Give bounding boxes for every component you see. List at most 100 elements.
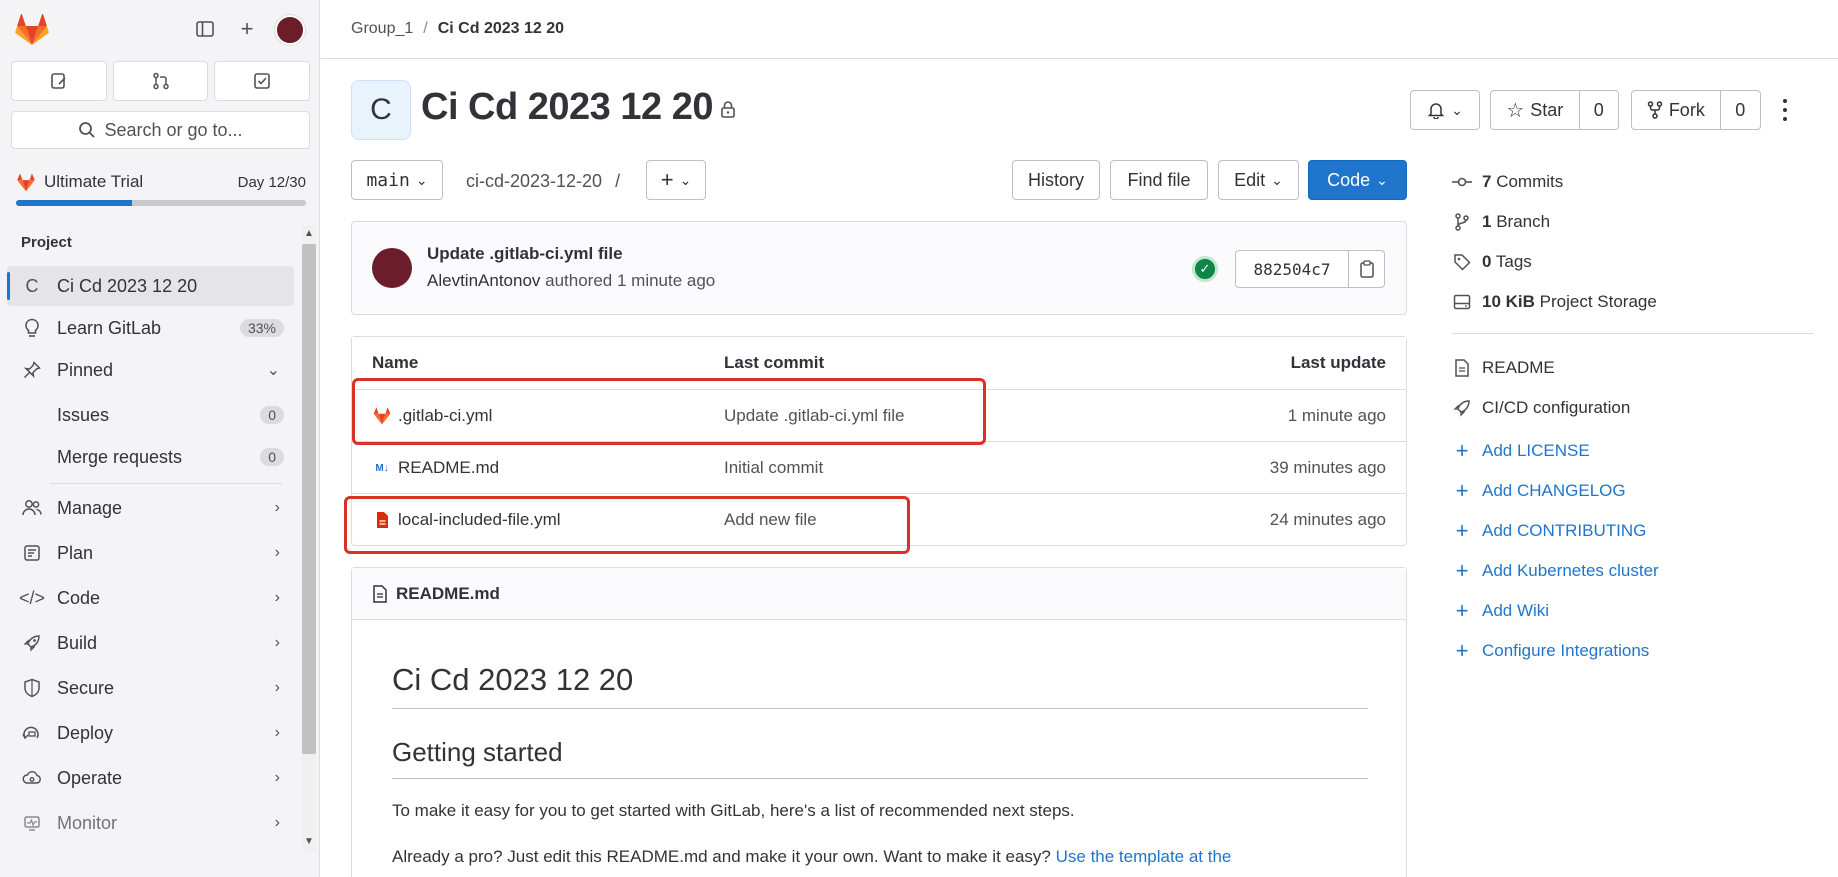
pipeline-passed-icon[interactable]: ✓ <box>1192 256 1218 282</box>
commit-title-link[interactable]: Update .gitlab-ci.yml file <box>427 244 623 264</box>
document-icon <box>1452 359 1472 377</box>
star-count[interactable]: 0 <box>1578 91 1618 129</box>
sidebar-item-label: Plan <box>57 542 94 563</box>
tags-label: Tags <box>1495 252 1532 271</box>
commit-icon <box>1452 176 1472 188</box>
search-button[interactable]: Search or go to... <box>11 111 310 149</box>
add-wiki-link[interactable]: + Add Wiki <box>1452 598 1550 624</box>
code-dropdown-button[interactable]: Code ⌄ <box>1308 160 1407 200</box>
users-icon <box>19 499 45 517</box>
repo-path-root[interactable]: ci-cd-2023-12-20 <box>466 171 602 191</box>
file-last-update: 39 minutes ago <box>1269 458 1386 477</box>
commits-count: 7 <box>1482 172 1492 191</box>
table-row[interactable]: local-included-file.yml Add new file 24 … <box>352 493 1406 545</box>
add-changelog-label: Add CHANGELOG <box>1482 481 1626 500</box>
add-changelog-link[interactable]: + Add CHANGELOG <box>1452 478 1626 504</box>
sidebar-item-operate[interactable]: Operate › <box>7 758 294 798</box>
star-button[interactable]: ☆ Star <box>1491 91 1579 129</box>
trial-progress-bar <box>16 200 306 206</box>
add-contributing-link[interactable]: + Add CONTRIBUTING <box>1452 518 1647 544</box>
merge-requests-count-badge: 0 <box>260 448 284 466</box>
file-last-commit-link[interactable]: Initial commit <box>724 458 823 478</box>
sidebar-item-manage[interactable]: Manage › <box>7 488 294 528</box>
readme-file-name[interactable]: README.md <box>396 584 500 604</box>
merge-requests-tab-icon[interactable] <box>112 61 209 101</box>
sidebar-item-label: Manage <box>57 497 123 518</box>
sidebar-item-build[interactable]: Build › <box>7 623 294 663</box>
fork-button[interactable]: Fork <box>1632 91 1720 129</box>
sidebar-item-monitor[interactable]: Monitor › <box>7 803 294 843</box>
file-last-commit-link[interactable]: Add new file <box>724 510 817 530</box>
file-name-link[interactable]: README.md <box>398 458 499 478</box>
sidebar-item-merge-requests[interactable]: Merge requests 0 <box>7 437 294 477</box>
trial-progress-fill <box>16 200 132 206</box>
trial-widget[interactable]: Ultimate Trial Day 12/30 <box>16 172 306 206</box>
notification-button[interactable]: ⌄ <box>1410 90 1480 130</box>
breadcrumb-project-link[interactable]: Ci Cd 2023 12 20 <box>438 20 564 38</box>
plus-icon: + <box>1455 638 1469 663</box>
add-contributing-label: Add CONTRIBUTING <box>1482 521 1647 540</box>
readme-link[interactable]: README <box>1452 358 1555 378</box>
repo-path-breadcrumb: ci-cd-2023-12-20 / <box>466 171 620 192</box>
fork-icon <box>1647 101 1663 119</box>
branches-stat-link[interactable]: 1 Branch <box>1452 212 1550 232</box>
commit-sha[interactable]: 882504c7 <box>1236 251 1348 287</box>
branches-count: 1 <box>1482 212 1492 231</box>
sidebar-item-project[interactable]: C Ci Cd 2023 12 20 <box>7 266 294 306</box>
storage-stat-link[interactable]: 10 KiB Project Storage <box>1452 292 1657 312</box>
plus-icon[interactable]: + <box>235 16 259 41</box>
find-file-button[interactable]: Find file <box>1110 160 1208 200</box>
sidebar-item-plan[interactable]: Plan › <box>7 533 294 573</box>
fork-count[interactable]: 0 <box>1719 91 1760 129</box>
scroll-up-arrow-icon[interactable]: ▲ <box>302 228 316 239</box>
commit-author-avatar[interactable] <box>372 248 412 288</box>
user-avatar[interactable] <box>275 15 305 45</box>
toggle-sidebar-icon[interactable] <box>193 17 217 41</box>
todos-tab-icon[interactable] <box>214 61 311 101</box>
tags-stat-link[interactable]: 0 Tags <box>1452 252 1532 272</box>
breadcrumb-group-link[interactable]: Group_1 <box>351 20 413 38</box>
commits-stat-link[interactable]: 7 Commits <box>1452 172 1563 192</box>
table-row[interactable]: .gitlab-ci.yml Update .gitlab-ci.yml fil… <box>352 389 1406 441</box>
file-last-commit-link[interactable]: Update .gitlab-ci.yml file <box>724 406 904 426</box>
copy-sha-button[interactable] <box>1348 251 1384 287</box>
issues-tab-icon[interactable] <box>11 61 107 101</box>
branch-selector[interactable]: main ⌄ <box>351 160 443 200</box>
storage-icon <box>1452 294 1472 310</box>
table-row[interactable]: M↓ README.md Initial commit 39 minutes a… <box>352 441 1406 493</box>
file-name-link[interactable]: local-included-file.yml <box>398 510 561 530</box>
readme-template-link[interactable]: Use the template at the <box>1056 847 1232 866</box>
sidebar-item-secure[interactable]: Secure › <box>7 668 294 708</box>
sidebar-scrollbar-thumb[interactable] <box>302 244 316 754</box>
readme-paragraph: Already a pro? Just edit this README.md … <box>392 847 1231 867</box>
more-actions-kebab-icon[interactable] <box>1780 99 1790 121</box>
commit-meta: AlevtinAntonov authored 1 minute ago <box>427 271 715 291</box>
gitlab-logo-icon[interactable] <box>15 14 49 46</box>
sidebar-item-issues[interactable]: Issues 0 <box>7 395 294 435</box>
add-to-tree-button[interactable]: + ⌄ <box>646 160 706 200</box>
code-icon: </> <box>18 587 46 608</box>
scroll-down-arrow-icon[interactable]: ▼ <box>302 836 316 847</box>
sidebar-item-code[interactable]: </> Code › <box>7 578 294 618</box>
search-placeholder: Search or go to... <box>104 119 243 140</box>
sidebar-item-label: Pinned <box>57 359 114 380</box>
add-kubernetes-cluster-link[interactable]: + Add Kubernetes cluster <box>1452 558 1659 584</box>
chevron-right-icon: › <box>274 679 280 696</box>
file-name-link[interactable]: .gitlab-ci.yml <box>398 406 492 426</box>
add-license-link[interactable]: + Add LICENSE <box>1452 438 1590 464</box>
planning-icon <box>19 544 45 562</box>
chevron-down-icon: ⌄ <box>415 171 428 188</box>
edit-dropdown-button[interactable]: Edit ⌄ <box>1218 160 1299 200</box>
cicd-config-link[interactable]: CI/CD configuration <box>1452 398 1630 418</box>
history-button[interactable]: History <box>1012 160 1100 200</box>
file-last-update: 1 minute ago <box>1287 406 1386 425</box>
commit-author-link[interactable]: AlevtinAntonov <box>427 271 540 290</box>
sidebar-item-learn-gitlab[interactable]: Learn GitLab 33% <box>7 308 294 348</box>
chevron-right-icon: › <box>274 544 280 561</box>
configure-integrations-link[interactable]: + Configure Integrations <box>1452 638 1650 664</box>
sidebar-item-pinned[interactable]: Pinned ⌄ <box>7 350 294 390</box>
sidebar-item-deploy[interactable]: Deploy › <box>7 713 294 753</box>
plus-icon: + <box>1455 558 1469 583</box>
sidebar-item-label: Ci Cd 2023 12 20 <box>57 275 198 296</box>
plus-icon: + <box>660 167 674 192</box>
